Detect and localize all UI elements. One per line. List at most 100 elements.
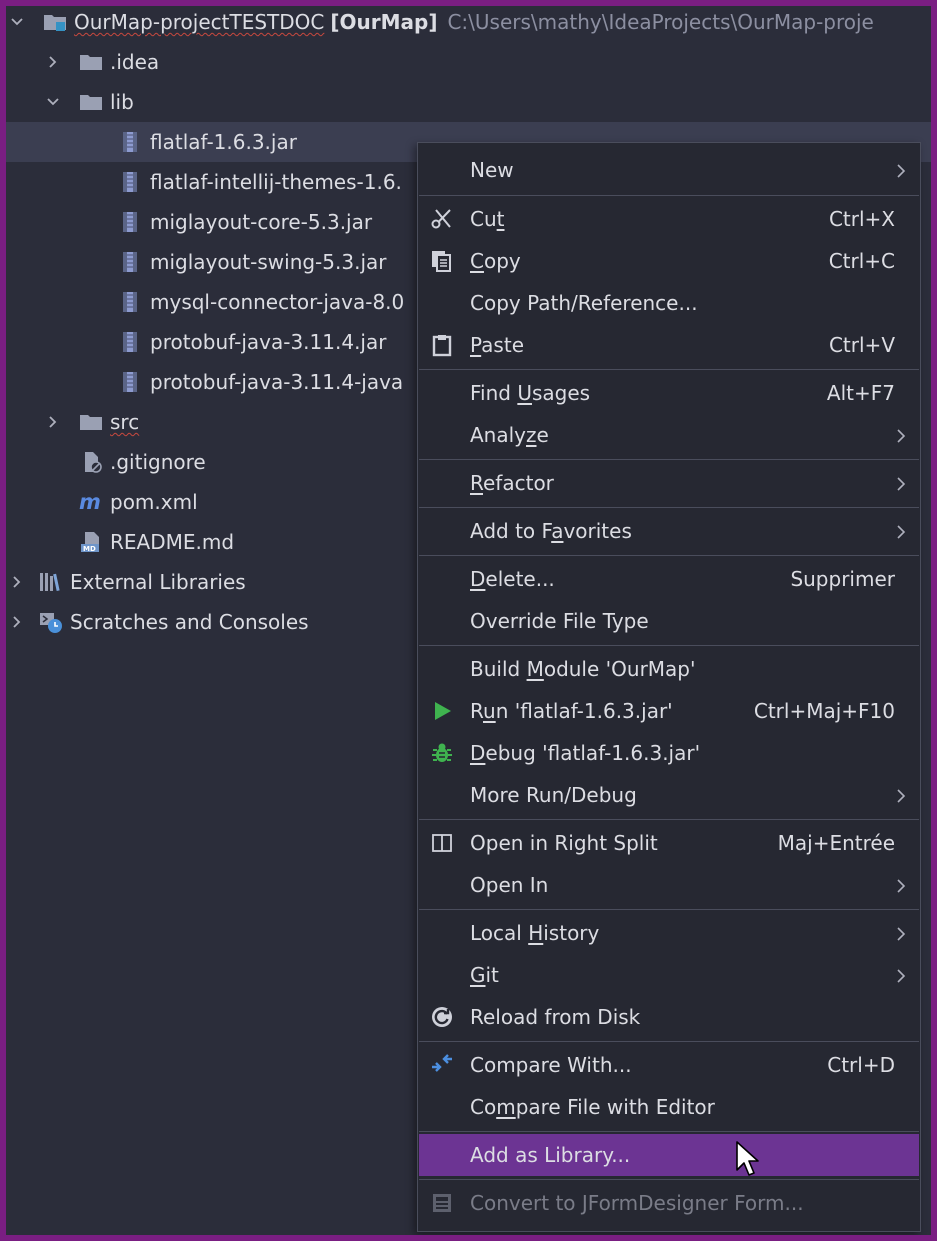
menu-item-label: Add as Library... (470, 1143, 631, 1167)
chevron-right-icon[interactable] (46, 55, 60, 69)
submenu-arrow-icon (895, 474, 907, 492)
menu-shortcut: Ctrl+X (828, 207, 895, 231)
tree-item-label: Scratches and Consoles (70, 610, 309, 634)
menu-separator (419, 909, 919, 910)
menu-separator (419, 1179, 919, 1180)
jar-icon (118, 131, 144, 153)
menu-item-label: Open In (470, 873, 549, 897)
tree-root-row[interactable]: OurMap-projectTESTDOC [OurMap] C:\Users\… (6, 2, 931, 42)
tree-item-lib[interactable]: lib (6, 82, 931, 122)
chevron-down-icon[interactable] (46, 95, 60, 109)
menu-item-run[interactable]: Run 'flatlaf-1.6.3.jar' Ctrl+Maj+F10 (419, 690, 919, 732)
context-menu: New Cut Ctrl+X Copy Ctrl+C Copy Path/Ref… (417, 142, 921, 1232)
menu-item-analyze[interactable]: Analyze (419, 414, 919, 456)
menu-item-label: Compare With... (470, 1053, 632, 1077)
jar-icon (118, 211, 144, 233)
menu-item-label: Add to Favorites (470, 519, 632, 543)
menu-item-cut[interactable]: Cut Ctrl+X (419, 198, 919, 240)
tree-item-label: miglayout-core-5.3.jar (150, 210, 373, 234)
submenu-arrow-icon (895, 924, 907, 942)
jar-icon (118, 291, 144, 313)
module-name: [OurMap] (330, 10, 438, 34)
menu-item-label: Compare File with Editor (470, 1095, 715, 1119)
menu-shortcut: Ctrl+Maj+F10 (753, 699, 895, 723)
menu-item-add-to-favorites[interactable]: Add to Favorites (419, 510, 919, 552)
menu-item-local-history[interactable]: Local History (419, 912, 919, 954)
tree-item-label: .idea (110, 50, 160, 74)
menu-item-label: Reload from Disk (470, 1005, 641, 1029)
split-view-icon (429, 830, 455, 856)
maven-icon: m (78, 491, 104, 513)
submenu-arrow-icon (895, 522, 907, 540)
run-play-icon (429, 698, 455, 724)
menu-separator (419, 195, 919, 196)
project-path: C:\Users\mathy\IdeaProjects\OurMap-proje (447, 10, 874, 34)
menu-separator (419, 1041, 919, 1042)
menu-item-open-right-split[interactable]: Open in Right Split Maj+Entrée (419, 822, 919, 864)
svg-text:m: m (79, 491, 101, 513)
menu-item-open-in[interactable]: Open In (419, 864, 919, 906)
menu-item-build-module[interactable]: Build Module 'OurMap' (419, 648, 919, 690)
menu-separator (419, 459, 919, 460)
scissors-icon (429, 206, 455, 232)
submenu-arrow-icon (895, 876, 907, 894)
jar-icon (118, 331, 144, 353)
menu-item-label: New (470, 158, 514, 182)
menu-item-new[interactable]: New (419, 149, 919, 191)
menu-item-paste[interactable]: Paste Ctrl+V (419, 324, 919, 366)
menu-item-label: Open in Right Split (470, 831, 658, 855)
ignored-file-icon (78, 451, 104, 473)
menu-item-convert-jformdesigner[interactable]: Convert to JFormDesigner Form... (419, 1182, 919, 1224)
menu-item-compare-with[interactable]: Compare With... Ctrl+D (419, 1044, 919, 1086)
menu-item-git[interactable]: Git (419, 954, 919, 996)
menu-item-add-as-library[interactable]: Add as Library... (419, 1134, 919, 1176)
mouse-pointer-icon (736, 1141, 759, 1176)
menu-item-copy[interactable]: Copy Ctrl+C (419, 240, 919, 282)
scratches-icon (38, 611, 64, 633)
menu-item-label: Convert to JFormDesigner Form... (470, 1191, 804, 1215)
tree-item-label: pom.xml (110, 490, 198, 514)
menu-item-label: Git (470, 963, 499, 987)
menu-item-label: Override File Type (470, 609, 649, 633)
folder-icon (78, 91, 104, 113)
menu-separator (419, 1131, 919, 1132)
menu-item-label: Copy Path/Reference... (470, 291, 698, 315)
debug-bug-icon (429, 740, 455, 766)
markdown-file-icon: MD (78, 531, 104, 553)
menu-item-label: Build Module 'OurMap' (470, 657, 696, 681)
chevron-right-icon[interactable] (10, 615, 24, 629)
tree-item-label: flatlaf-intellij-themes-1.6. (150, 170, 402, 194)
menu-item-refactor[interactable]: Refactor (419, 462, 919, 504)
menu-shortcut: Ctrl+C (828, 249, 895, 273)
chevron-right-icon[interactable] (10, 575, 24, 589)
project-name: OurMap-projectTESTDOC (74, 10, 325, 34)
tree-item-idea[interactable]: .idea (6, 42, 931, 82)
menu-separator (419, 819, 919, 820)
menu-item-copy-path[interactable]: Copy Path/Reference... (419, 282, 919, 324)
menu-item-label: Debug 'flatlaf-1.6.3.jar' (470, 741, 701, 765)
menu-item-debug[interactable]: Debug 'flatlaf-1.6.3.jar' (419, 732, 919, 774)
folder-icon (78, 411, 104, 433)
menu-item-label: Delete... (470, 567, 555, 591)
chevron-down-icon[interactable] (10, 15, 24, 29)
menu-separator (419, 555, 919, 556)
menu-item-label: Analyze (470, 423, 549, 447)
menu-item-label: Find Usages (470, 381, 591, 405)
submenu-arrow-icon (895, 966, 907, 984)
menu-item-reload[interactable]: Reload from Disk (419, 996, 919, 1038)
menu-item-more-run-debug[interactable]: More Run/Debug (419, 774, 919, 816)
menu-shortcut: Ctrl+V (828, 333, 895, 357)
form-icon (429, 1190, 455, 1216)
menu-separator (419, 369, 919, 370)
menu-shortcut: Maj+Entrée (777, 831, 895, 855)
menu-item-find-usages[interactable]: Find Usages Alt+F7 (419, 372, 919, 414)
chevron-right-icon[interactable] (46, 415, 60, 429)
tree-item-label: mysql-connector-java-8.0 (150, 290, 405, 314)
menu-separator (419, 645, 919, 646)
menu-item-delete[interactable]: Delete... Supprimer (419, 558, 919, 600)
menu-item-compare-file-with-editor[interactable]: Compare File with Editor (419, 1086, 919, 1128)
submenu-arrow-icon (895, 426, 907, 444)
tree-item-label: .gitignore (110, 450, 206, 474)
menu-item-override-file-type[interactable]: Override File Type (419, 600, 919, 642)
menu-shortcut: Alt+F7 (826, 381, 895, 405)
